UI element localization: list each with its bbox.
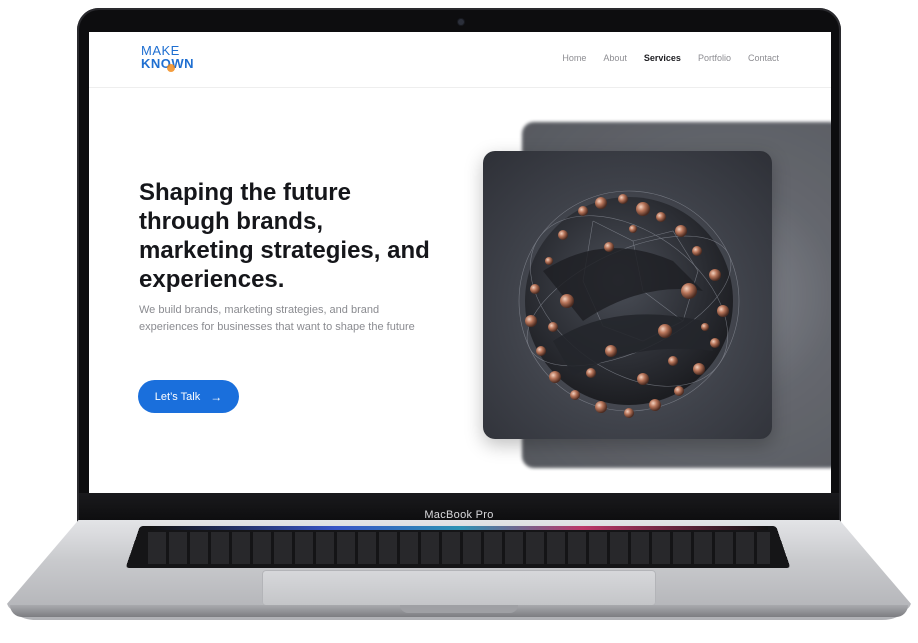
hero-title: Shaping the future through brands, marke…	[139, 179, 430, 293]
nav-about[interactable]: About	[603, 53, 627, 63]
browser-screen: MAKE KNOWN Home About Services Portfolio…	[89, 32, 831, 493]
hero-sphere-image	[483, 151, 772, 439]
arrow-right-icon: →	[210, 389, 223, 404]
laptop-model-label: MacBook Pro	[424, 509, 494, 521]
site-logo[interactable]: MAKE KNOWN	[141, 44, 194, 72]
logo-dot-icon	[167, 64, 175, 72]
nav-portfolio[interactable]: Portfolio	[698, 53, 731, 63]
sphere-artwork	[518, 190, 740, 418]
site-header: MAKE KNOWN Home About Services Portfolio…	[89, 32, 831, 88]
main-nav: Home About Services Portfolio Contact	[562, 53, 779, 63]
touch-bar	[150, 526, 768, 530]
nav-home[interactable]: Home	[562, 53, 586, 63]
lets-talk-button[interactable]: Let’s Talk →	[138, 380, 239, 413]
nav-contact[interactable]: Contact	[748, 53, 779, 63]
cta-label: Let’s Talk	[154, 390, 201, 403]
trackpad	[262, 570, 656, 606]
hero-subtitle: We build brands, marketing strategies, a…	[139, 304, 415, 333]
camera-icon	[458, 19, 464, 25]
keyboard-keys	[148, 532, 770, 564]
laptop-lid-notch	[400, 605, 518, 613]
nav-services[interactable]: Services	[644, 53, 681, 63]
